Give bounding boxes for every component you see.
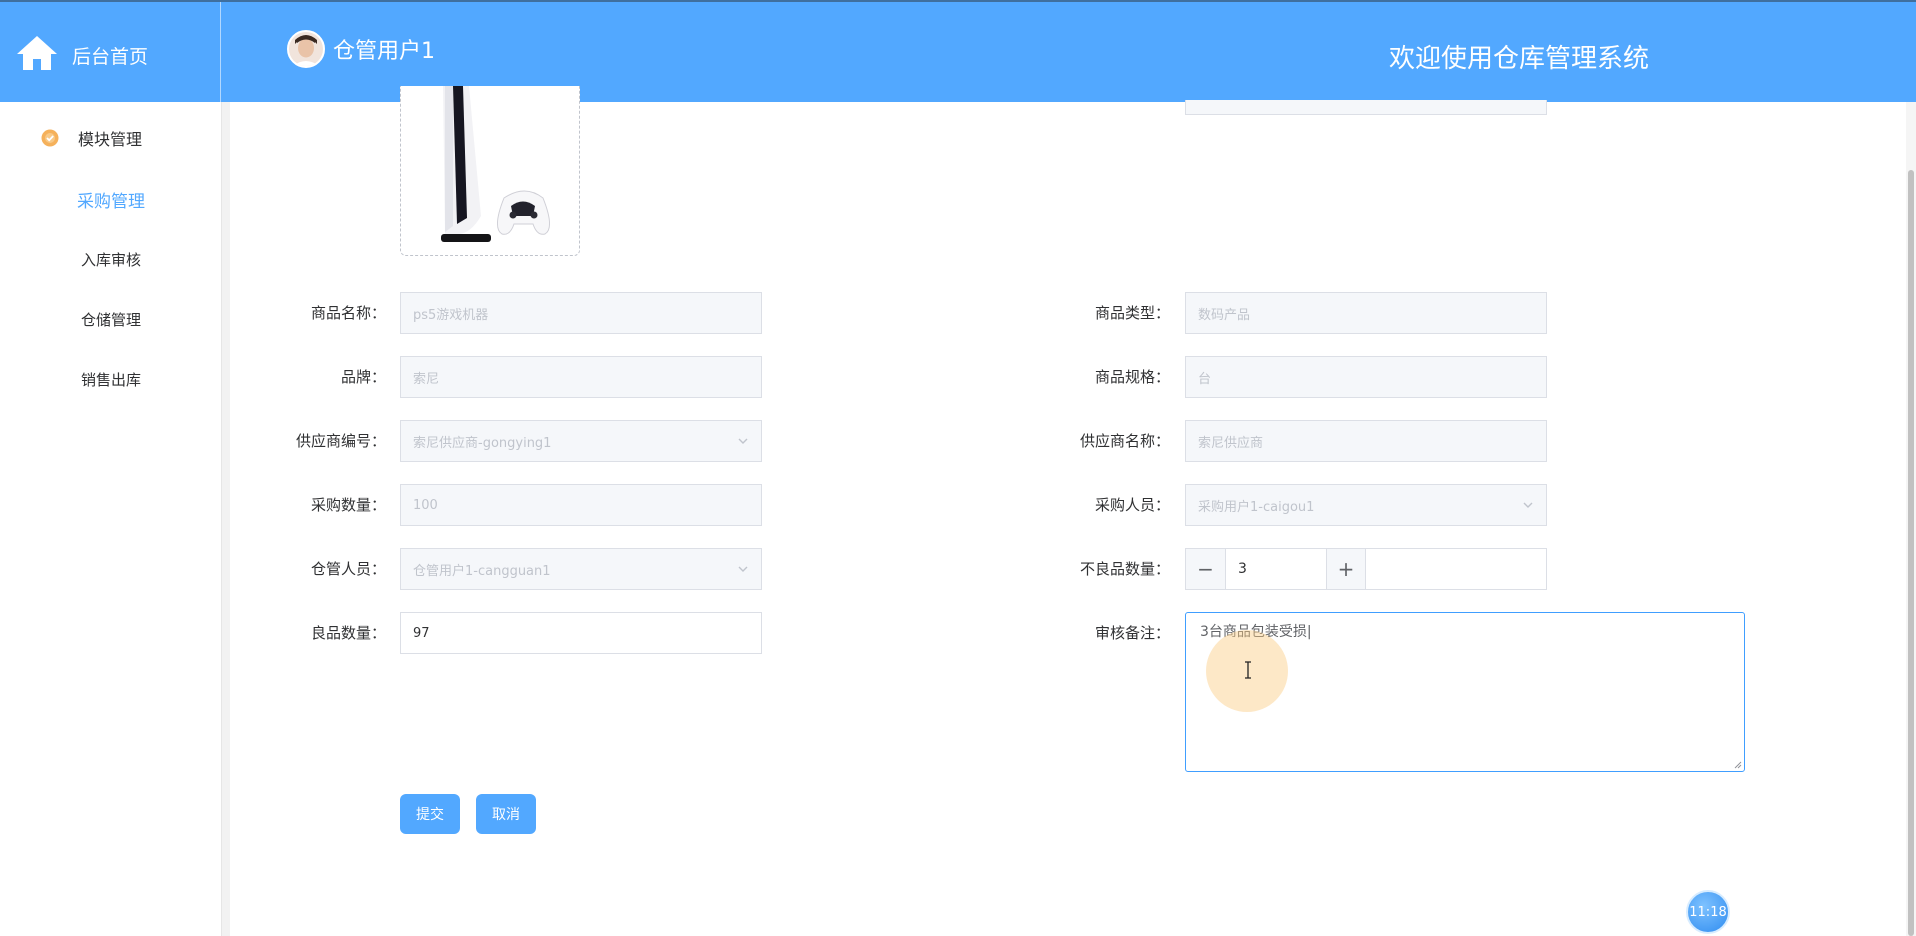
- product-image-upload[interactable]: [400, 86, 580, 256]
- label-defect-qty: 不良品数量：: [1079, 560, 1170, 578]
- product-image: [401, 86, 579, 254]
- label-purchase-qty: 采购数量：: [310, 496, 386, 514]
- resize-grip-icon[interactable]: [1734, 761, 1742, 769]
- cancel-button[interactable]: 取消: [476, 794, 536, 834]
- submit-button[interactable]: 提交: [400, 794, 460, 834]
- defect-qty-value[interactable]: 3: [1226, 549, 1326, 589]
- app-root: 后台首页 仓管用户1 欢迎使用仓库管理系统 模块管理 采购管理 入库审核 仓储管…: [0, 0, 1916, 936]
- label-product-name: 商品名称：: [310, 304, 386, 322]
- sidebar-item-purchase[interactable]: 采购管理: [0, 187, 222, 212]
- purchaser-value: 采购用户1-caigou1: [1198, 499, 1315, 515]
- spec-input[interactable]: 台: [1185, 356, 1547, 398]
- chevron-down-icon: [738, 438, 748, 444]
- content-gutter: [222, 102, 230, 936]
- user-info[interactable]: 仓管用户1: [287, 30, 435, 68]
- scrollbar-thumb[interactable]: [1908, 170, 1914, 936]
- label-good-qty: 良品数量：: [310, 624, 386, 642]
- top-header: 后台首页 仓管用户1 欢迎使用仓库管理系统: [0, 0, 1916, 102]
- gear-badge-icon: [41, 129, 59, 147]
- label-keeper: 仓管人员：: [310, 560, 386, 578]
- label-brand: 品牌：: [340, 368, 386, 386]
- sidebar-item-sales-outbound[interactable]: 销售出库: [0, 369, 222, 390]
- product-name-input[interactable]: ps5游戏机器: [400, 292, 762, 334]
- product-type-input[interactable]: 数码产品: [1185, 292, 1547, 334]
- home-label: 后台首页: [72, 46, 149, 68]
- supplier-name-input[interactable]: 索尼供应商: [1185, 420, 1547, 462]
- chevron-down-icon: [738, 566, 748, 572]
- user-name: 仓管用户1: [333, 39, 435, 64]
- good-qty-input[interactable]: 97: [400, 612, 762, 654]
- sidebar-group-label: 模块管理: [78, 130, 143, 149]
- clock-badge: 11:18: [1686, 890, 1730, 934]
- supplier-code-select[interactable]: 索尼供应商-gongying1: [400, 420, 762, 462]
- partial-input[interactable]: [1185, 100, 1547, 115]
- user-avatar[interactable]: [287, 30, 325, 68]
- label-supplier-name: 供应商名称：: [1079, 432, 1170, 450]
- sidebar-item-storage[interactable]: 仓储管理: [0, 309, 222, 330]
- label-purchaser: 采购人员：: [1094, 496, 1170, 514]
- keeper-value: 仓管用户1-cangguan1: [413, 563, 551, 579]
- label-spec: 商品规格：: [1094, 368, 1170, 386]
- text-cursor-icon: [1245, 661, 1251, 679]
- home-icon: [17, 36, 57, 70]
- label-supplier-code: 供应商编号：: [295, 432, 386, 450]
- label-review-note: 审核备注：: [1094, 624, 1170, 642]
- purchaser-select[interactable]: 采购用户1-caigou1: [1185, 484, 1547, 526]
- keeper-select[interactable]: 仓管用户1-cangguan1: [400, 548, 762, 590]
- label-product-type: 商品类型：: [1094, 304, 1170, 322]
- sidebar: 模块管理 采购管理 入库审核 仓储管理 销售出库: [0, 102, 222, 936]
- brand-input[interactable]: 索尼: [400, 356, 762, 398]
- sidebar-group-module-management[interactable]: 模块管理: [40, 126, 142, 150]
- welcome-title: 欢迎使用仓库管理系统: [1389, 44, 1650, 74]
- increment-button[interactable]: +: [1326, 549, 1366, 589]
- supplier-code-value: 索尼供应商-gongying1: [413, 435, 552, 451]
- home-link[interactable]: 后台首页: [0, 2, 221, 102]
- sidebar-item-inbound-review[interactable]: 入库审核: [0, 249, 222, 270]
- defect-qty-stepper[interactable]: − 3 +: [1185, 548, 1547, 590]
- chevron-down-icon: [1523, 502, 1533, 508]
- purchase-qty-input[interactable]: 100: [400, 484, 762, 526]
- decrement-button[interactable]: −: [1186, 549, 1226, 589]
